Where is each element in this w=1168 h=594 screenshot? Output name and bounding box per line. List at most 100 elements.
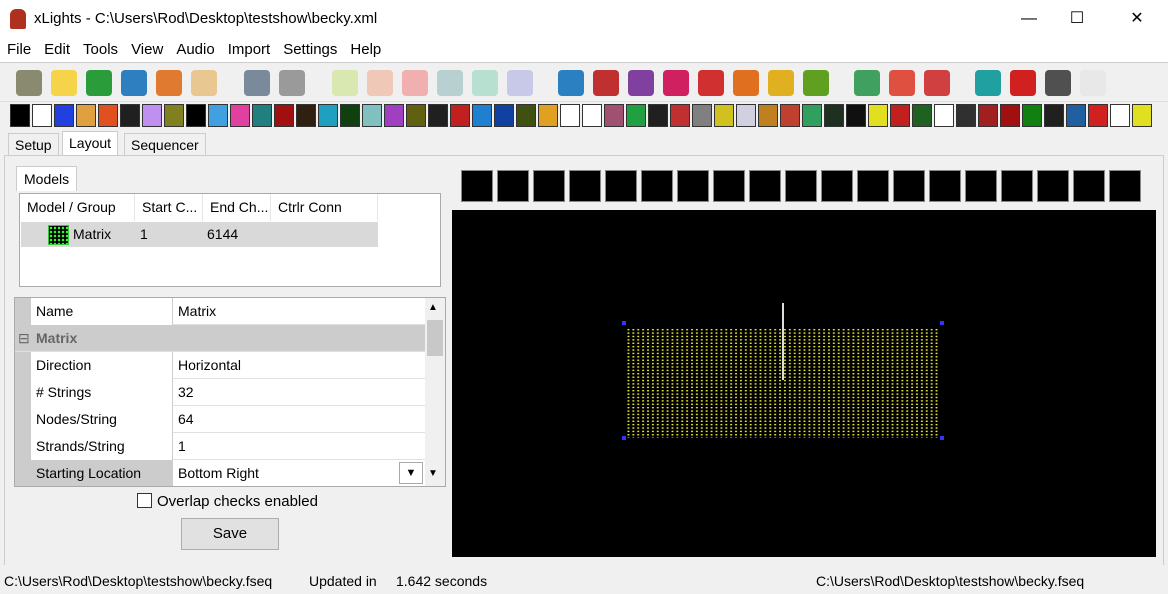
star-icon[interactable] (965, 170, 997, 202)
collapse-icon[interactable]: ⊟ (18, 325, 30, 352)
snowstorm-effect-icon[interactable] (868, 104, 888, 127)
calculator-icon[interactable] (279, 70, 305, 96)
property-row[interactable]: Starting Location Bottom Right ▼ (15, 460, 425, 486)
chip-icon[interactable] (803, 70, 829, 96)
single-strand-effect-icon[interactable] (802, 104, 822, 127)
candle-effect-icon[interactable] (98, 104, 118, 127)
star-burst-icon[interactable] (929, 170, 961, 202)
lightning-effect-icon[interactable] (428, 104, 448, 127)
new-sequence-icon[interactable] (51, 70, 77, 96)
tab-sequencer[interactable]: Sequencer (124, 133, 206, 155)
circle-icon[interactable] (569, 170, 601, 202)
crayons-icon[interactable] (593, 70, 619, 96)
warp-effect-icon[interactable] (1110, 104, 1130, 127)
piano-effect-icon[interactable] (582, 104, 602, 127)
menu-audio[interactable]: Audio (169, 38, 220, 58)
property-row[interactable]: Strands/String 1 (15, 433, 425, 460)
rewind-icon[interactable] (437, 70, 463, 96)
menu-view[interactable]: View (124, 38, 169, 58)
shader-effect-icon[interactable] (714, 104, 734, 127)
bars-effect-icon[interactable] (54, 104, 74, 127)
minimize-button[interactable]: — (1006, 0, 1052, 38)
pinwheel-effect-icon[interactable] (626, 104, 646, 127)
menu-tools[interactable]: Tools (76, 38, 124, 58)
shockwave-effect-icon[interactable] (780, 104, 800, 127)
circles-effect-icon[interactable] (120, 104, 140, 127)
shimmer-effect-icon[interactable] (758, 104, 778, 127)
plasma-effect-icon[interactable] (648, 104, 668, 127)
spirals-effect-icon[interactable] (890, 104, 910, 127)
rotation-handle[interactable] (782, 303, 784, 380)
shape-effect-icon[interactable] (736, 104, 756, 127)
servo-effect-icon[interactable] (692, 104, 712, 127)
channel-block-icon[interactable] (533, 170, 565, 202)
curtain-effect-icon[interactable] (164, 104, 184, 127)
tab-layout[interactable]: Layout (62, 131, 119, 155)
close-button[interactable]: ✕ (1114, 0, 1160, 38)
fire-effect-icon[interactable] (274, 104, 294, 127)
wreath-icon[interactable] (1073, 170, 1105, 202)
tree-icon[interactable] (1001, 170, 1033, 202)
replay-icon[interactable] (507, 70, 533, 96)
life-effect-icon[interactable] (406, 104, 426, 127)
pictures-effect-icon[interactable] (604, 104, 624, 127)
fast-forward-icon[interactable] (472, 70, 498, 96)
property-value[interactable]: 32 (178, 379, 194, 406)
column-ctrlr-conn[interactable]: Ctrlr Conn (271, 194, 378, 221)
twinkle-effect-icon[interactable] (1044, 104, 1064, 127)
fill-effect-icon[interactable] (252, 104, 272, 127)
play-icon[interactable] (332, 70, 358, 96)
restore-icon[interactable] (924, 70, 950, 96)
menu-help[interactable]: Help (343, 38, 387, 58)
column-start-channel[interactable]: Start C... (135, 194, 203, 221)
layers-icon[interactable] (663, 70, 689, 96)
custom-icon[interactable] (641, 170, 673, 202)
scroll-down-icon[interactable]: ▼ (428, 468, 438, 479)
property-row[interactable]: Nodes/String 64 (15, 406, 425, 433)
zoom-out-icon[interactable] (889, 70, 915, 96)
scroll-up-icon[interactable]: ▲ (428, 302, 438, 313)
liquid-effect-icon[interactable] (472, 104, 492, 127)
overlap-checkbox[interactable] (137, 493, 152, 508)
arches-icon[interactable] (461, 170, 493, 202)
off-effect-icon[interactable] (10, 104, 30, 127)
menu-edit[interactable]: Edit (37, 38, 76, 58)
poly-line-icon[interactable] (857, 170, 889, 202)
faces-effect-icon[interactable] (208, 104, 228, 127)
spirograph-effect-icon[interactable] (912, 104, 932, 127)
property-value[interactable]: Horizontal (178, 352, 241, 379)
help-icon[interactable] (975, 70, 1001, 96)
ladder-icon[interactable] (768, 70, 794, 96)
dmx-icon[interactable] (677, 170, 709, 202)
table-row[interactable]: Matrix 1 6144 (21, 222, 378, 247)
meteors-effect-icon[interactable] (516, 104, 536, 127)
window-frame-icon[interactable] (1037, 170, 1069, 202)
sketch-effect-icon[interactable] (824, 104, 844, 127)
ripple-effect-icon[interactable] (670, 104, 690, 127)
sphere-icon[interactable] (893, 170, 925, 202)
stop-icon[interactable] (402, 70, 428, 96)
column-model-group[interactable]: Model / Group (20, 194, 135, 221)
state-effect-icon[interactable] (934, 104, 954, 127)
house-icon[interactable] (733, 70, 759, 96)
property-value[interactable]: Matrix (178, 298, 216, 325)
image-icon[interactable] (713, 170, 745, 202)
menu-import[interactable]: Import (221, 38, 277, 58)
save-as-icon[interactable] (156, 70, 182, 96)
fireworks-effect-icon[interactable] (296, 104, 316, 127)
dmx-effect-icon[interactable] (186, 104, 206, 127)
morph-effect-icon[interactable] (538, 104, 558, 127)
property-scrollbar[interactable]: ▲ ▼ (425, 298, 445, 486)
zoom-in-icon[interactable] (854, 70, 880, 96)
property-row[interactable]: # Strings 32 (15, 379, 425, 406)
tree-effect-icon[interactable] (1022, 104, 1042, 127)
open-sequence-icon[interactable] (86, 70, 112, 96)
wave-effect-icon[interactable] (1132, 104, 1152, 127)
timing-icon[interactable] (244, 70, 270, 96)
butterfly-effect-icon[interactable] (76, 104, 96, 127)
save-button[interactable]: Save (181, 518, 279, 550)
lines-effect-icon[interactable] (450, 104, 470, 127)
property-value[interactable]: 64 (178, 406, 194, 433)
open-show-folder-icon[interactable] (16, 70, 42, 96)
garlands-effect-icon[interactable] (340, 104, 360, 127)
